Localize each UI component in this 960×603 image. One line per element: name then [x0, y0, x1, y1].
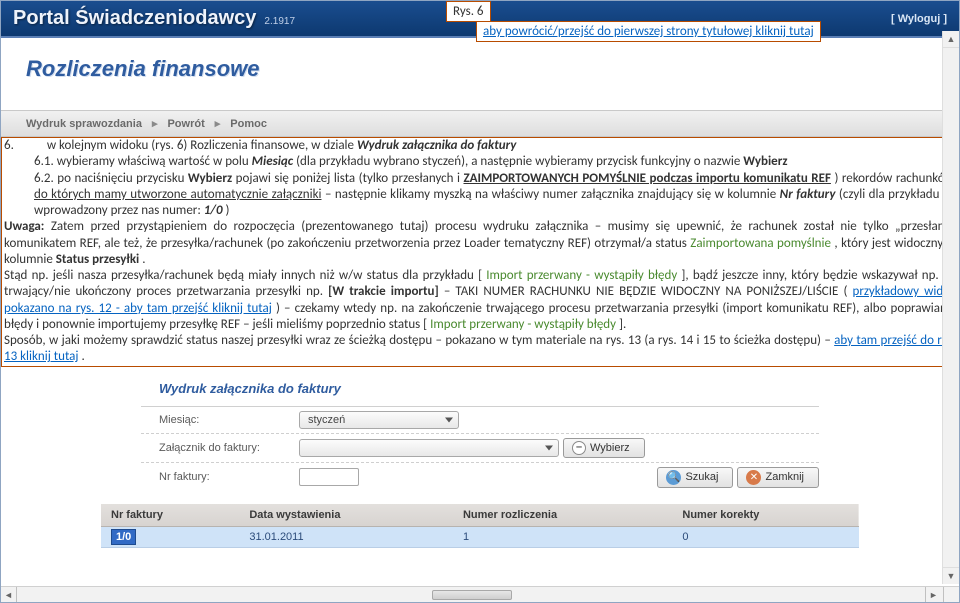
- vertical-scrollbar[interactable]: ▲ ▼: [942, 31, 959, 584]
- invoice-no-label: Nr faktury:: [159, 471, 299, 483]
- close-button-label: Zamknij: [765, 471, 804, 483]
- table-row[interactable]: 1/0 31.01.2011 1 0: [101, 526, 859, 547]
- instr-text: wybieramy właściwą wartość w polu: [57, 154, 252, 169]
- close-icon: ✕: [746, 470, 761, 485]
- instr-text: Wybierz: [188, 171, 232, 186]
- instr-text: ZAIMPORTOWANYCH POMYŚLNIE podczas import…: [463, 171, 830, 186]
- instr-text: w kolejnym widoku (rys. 6) Rozliczenia f…: [47, 138, 357, 153]
- toolbar-item-pomoc[interactable]: Pomoc: [230, 118, 267, 130]
- page-title: Rozliczenia finansowe: [26, 56, 934, 82]
- choose-button[interactable]: – Wybierz: [563, 438, 645, 458]
- logout-link[interactable]: [ Wyloguj ]: [891, 13, 947, 25]
- instr-text: Uwaga:: [4, 219, 44, 234]
- scrollbar-thumb[interactable]: [432, 590, 512, 600]
- chevron-down-icon: [545, 445, 553, 450]
- col-nr-faktury[interactable]: Nr faktury: [101, 504, 239, 527]
- attachment-value: [308, 442, 311, 454]
- scroll-left-arrow[interactable]: ◄: [1, 587, 17, 603]
- col-data-wystawienia[interactable]: Data wystawienia: [239, 504, 453, 527]
- instr-text: po naciśnięciu przycisku: [57, 171, 188, 186]
- annotation-back-link[interactable]: aby powrócić/przejść do pierwszej strony…: [476, 21, 821, 42]
- chevron-right-icon: ▸: [152, 117, 158, 130]
- close-button[interactable]: ✕ Zamknij: [737, 467, 819, 488]
- cell-nr-faktury[interactable]: 1/0: [111, 529, 136, 545]
- chevron-right-icon: ▸: [215, 117, 221, 130]
- invoice-table: Nr faktury Data wystawienia Numer rozlic…: [101, 504, 859, 548]
- invoice-no-input[interactable]: [299, 468, 359, 486]
- month-dropdown[interactable]: styczeń: [299, 411, 459, 429]
- instr-text: 6.1.: [34, 154, 54, 169]
- instr-text: Nr faktury: [780, 187, 836, 202]
- chevron-down-icon: [445, 417, 453, 422]
- instr-text: 6.2.: [34, 171, 54, 186]
- minus-icon: –: [572, 441, 586, 455]
- toolbar-item-powrot[interactable]: Powrót: [167, 118, 204, 130]
- search-button-label: Szukaj: [685, 471, 718, 483]
- search-icon: 🔍: [666, 470, 681, 485]
- choose-button-label: Wybierz: [590, 442, 630, 454]
- scroll-corner: [943, 587, 959, 603]
- instr-text: Import przerwany - wystąpiły błędy: [486, 268, 677, 283]
- instr-text: Zaimportowana pomyślnie: [690, 236, 831, 251]
- instr-text: ) rekordów rachunków,: [834, 171, 956, 186]
- instruction-annotation: 6. w kolejnym widoku (rys. 6) Rozliczeni…: [1, 137, 959, 367]
- instr-text: pojawi się poniżej lista (tylko przesłan…: [236, 171, 464, 186]
- instr-text: 1/0: [204, 203, 223, 218]
- month-value: styczeń: [308, 414, 345, 426]
- scroll-right-arrow[interactable]: ►: [925, 587, 941, 603]
- scroll-up-arrow[interactable]: ▲: [943, 31, 959, 48]
- instr-text: do których mamy utworzone automatycznie …: [34, 187, 322, 202]
- instr-text: ].: [619, 317, 626, 332]
- toolbar: Wydruk sprawozdania ▸ Powrót ▸ Pomoc: [1, 110, 959, 137]
- table-header-row: Nr faktury Data wystawienia Numer rozlic…: [101, 504, 859, 527]
- form-panel: Wydruk załącznika do faktury Miesiąc: st…: [141, 375, 819, 492]
- cell-korekta: 0: [672, 526, 859, 547]
- instr-text: Wydruk załącznika do faktury: [357, 138, 516, 153]
- instr-text: (dla przykładu wybrano styczeń), a nastę…: [296, 154, 743, 169]
- instr-text: Status przesyłki: [56, 252, 140, 267]
- instr-text: Wybierz: [743, 154, 787, 169]
- instr-text: 6.: [4, 138, 14, 153]
- app-version: 2.1917: [264, 16, 295, 27]
- instr-text: – TAKI NUMER RACHUNKU NIE BĘDZIE WIDOCZN…: [444, 284, 848, 299]
- cell-rozliczenie: 1: [453, 526, 672, 547]
- instr-text: ): [226, 203, 230, 218]
- annotation-figure-label: Rys. 6: [446, 1, 491, 22]
- instr-text: Miesiąc: [252, 154, 293, 169]
- instr-text: [W trakcie importu]: [328, 284, 439, 299]
- month-label: Miesiąc:: [159, 414, 299, 426]
- instr-text: Import przerwany - wystąpiły błędy: [430, 317, 616, 332]
- instr-text: – następnie klikamy myszką na właściwy n…: [325, 187, 780, 202]
- cell-data: 31.01.2011: [239, 526, 453, 547]
- form-title: Wydruk załącznika do faktury: [141, 375, 819, 407]
- col-numer-rozliczenia[interactable]: Numer rozliczenia: [453, 504, 672, 527]
- toolbar-item-wydruk[interactable]: Wydruk sprawozdania: [26, 118, 142, 130]
- horizontal-scrollbar[interactable]: ◄ ►: [1, 586, 959, 602]
- col-numer-korekty[interactable]: Numer korekty: [672, 504, 859, 527]
- instr-text: Sposób, w jaki możemy sprawdzić status n…: [4, 333, 834, 348]
- app-title: Portal Świadczeniodawcy: [13, 7, 256, 30]
- search-button[interactable]: 🔍 Szukaj: [657, 467, 733, 488]
- instr-text: .: [81, 349, 84, 364]
- instr-text: .: [142, 252, 145, 267]
- attachment-label: Załącznik do faktury:: [159, 442, 299, 454]
- scroll-down-arrow[interactable]: ▼: [943, 567, 959, 584]
- instr-text: Stąd np. jeśli nasza przesyłka/rachunek …: [4, 268, 482, 283]
- attachment-dropdown[interactable]: [299, 439, 559, 457]
